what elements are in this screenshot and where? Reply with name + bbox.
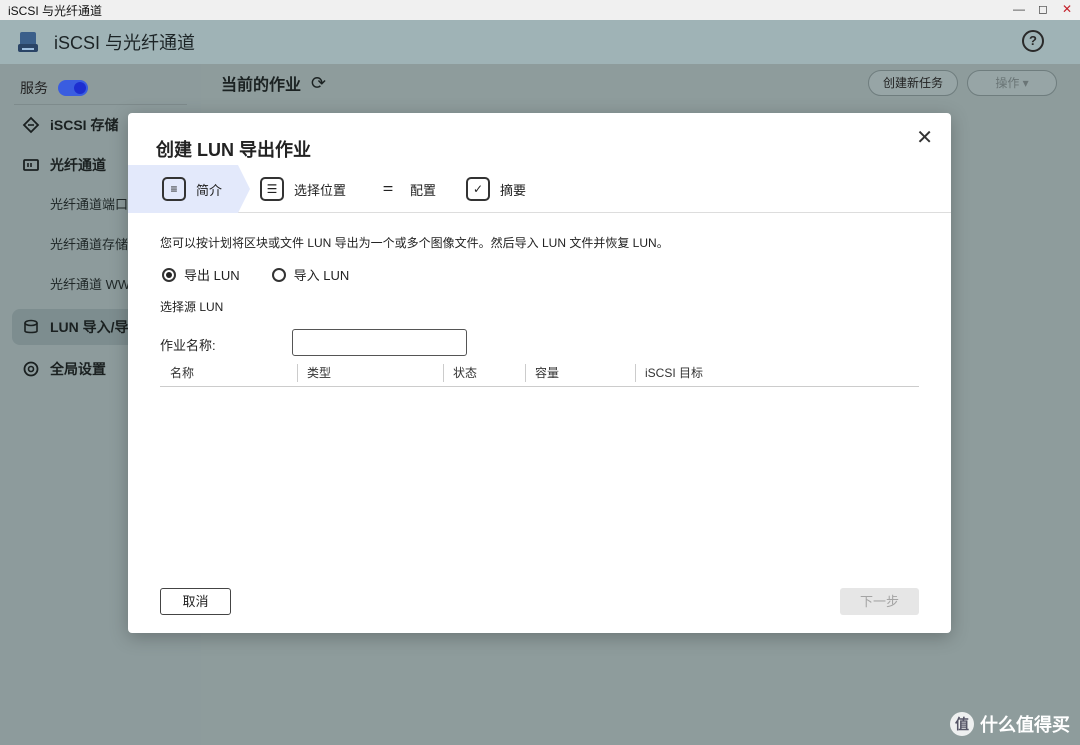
maximize-button[interactable]: ◻: [1036, 2, 1050, 16]
job-name-input[interactable]: [292, 329, 467, 356]
radio-label: 导出 LUN: [184, 268, 240, 283]
next-button[interactable]: 下一步: [840, 588, 919, 615]
gear-icon: [22, 360, 40, 378]
mode-radio-group: 导出 LUN 导入 LUN: [162, 265, 349, 284]
sidebar-item-label: iSCSI 存储: [50, 117, 119, 133]
radio-label: 导入 LUN: [293, 268, 350, 283]
clipboard-check-icon: ✓: [466, 177, 491, 201]
sidebar-item-label: 光纤通道: [50, 157, 106, 173]
dialog-description: 您可以按计划将区块或文件 LUN 导出为一个或多个图像文件。然后导入 LUN 文…: [160, 236, 669, 250]
storage-location-icon: ☰: [260, 177, 285, 201]
column-header-iscsi-target[interactable]: iSCSI 目标: [635, 364, 703, 382]
close-button[interactable]: ✕: [1060, 2, 1074, 16]
column-header-type[interactable]: 类型: [297, 364, 331, 382]
column-header-status[interactable]: 状态: [443, 364, 477, 382]
step-summary[interactable]: ✓ 摘要: [466, 165, 526, 213]
watermark: 值 什么值得买: [950, 711, 1070, 737]
create-lun-export-dialog: 创建 LUN 导出作业 ✕ ≡ 简介 ☰ 选择位置 ⚌ 配置 ✓ 摘要 您可以按…: [128, 113, 951, 633]
minimize-button[interactable]: —: [1012, 2, 1026, 16]
lun-import-export-icon: [22, 318, 40, 336]
service-label: 服务: [20, 80, 48, 96]
refresh-icon[interactable]: ⟳: [311, 73, 326, 94]
create-task-button[interactable]: 创建新任务: [868, 70, 958, 96]
page-title: 当前的作业: [221, 77, 302, 94]
step-label: 选择位置: [294, 182, 347, 198]
cancel-button[interactable]: 取消: [160, 588, 231, 615]
fibre-channel-icon: [22, 156, 40, 174]
radio-circle: [162, 267, 176, 282]
step-label: 摘要: [500, 182, 527, 198]
job-name-label: 作业名称:: [160, 338, 216, 353]
help-icon[interactable]: ?: [1022, 30, 1044, 52]
service-row: 服务: [0, 64, 201, 102]
app-header: iSCSI 与光纤通道 ?: [0, 20, 1080, 64]
watermark-logo-icon: 值: [950, 712, 974, 736]
step-select-location[interactable]: ☰ 选择位置: [260, 165, 346, 213]
column-header-capacity[interactable]: 容量: [525, 364, 559, 382]
close-icon[interactable]: ✕: [916, 125, 933, 150]
step-label: 简介: [196, 182, 223, 198]
sidebar-item-label: 全局设置: [50, 361, 106, 377]
step-label: 配置: [410, 182, 437, 198]
step-configure[interactable]: ⚌ 配置: [376, 165, 436, 213]
radio-circle: [271, 267, 286, 282]
radio-import-lun[interactable]: 导入 LUN: [271, 265, 350, 284]
radio-export-lun[interactable]: 导出 LUN: [162, 265, 240, 284]
actions-dropdown-button[interactable]: 操作 ▾: [967, 70, 1057, 96]
column-header-name[interactable]: 名称: [170, 364, 194, 382]
iscsi-storage-icon: [22, 116, 40, 134]
window-titlebar: iSCSI 与光纤通道 — ◻ ✕: [0, 0, 1080, 20]
watermark-text: 什么值得买: [980, 715, 1070, 735]
wizard-steps: ≡ 简介 ☰ 选择位置 ⚌ 配置 ✓ 摘要: [128, 165, 951, 213]
service-toggle[interactable]: [58, 80, 88, 96]
window-title: iSCSI 与光纤通道: [8, 3, 103, 18]
dialog-title: 创建 LUN 导出作业: [156, 140, 311, 160]
settings-sliders-icon: ⚌: [382, 180, 394, 194]
lun-table-header: 名称 类型 状态 容量 iSCSI 目标: [160, 359, 919, 387]
window-controls: — ◻ ✕: [1012, 2, 1074, 16]
app-logo-icon: [14, 28, 42, 56]
step-intro[interactable]: ≡ 简介: [128, 165, 251, 213]
source-lun-label: 选择源 LUN: [160, 300, 224, 314]
document-icon: ≡: [162, 177, 186, 201]
app-title: iSCSI 与光纤通道: [54, 33, 196, 53]
